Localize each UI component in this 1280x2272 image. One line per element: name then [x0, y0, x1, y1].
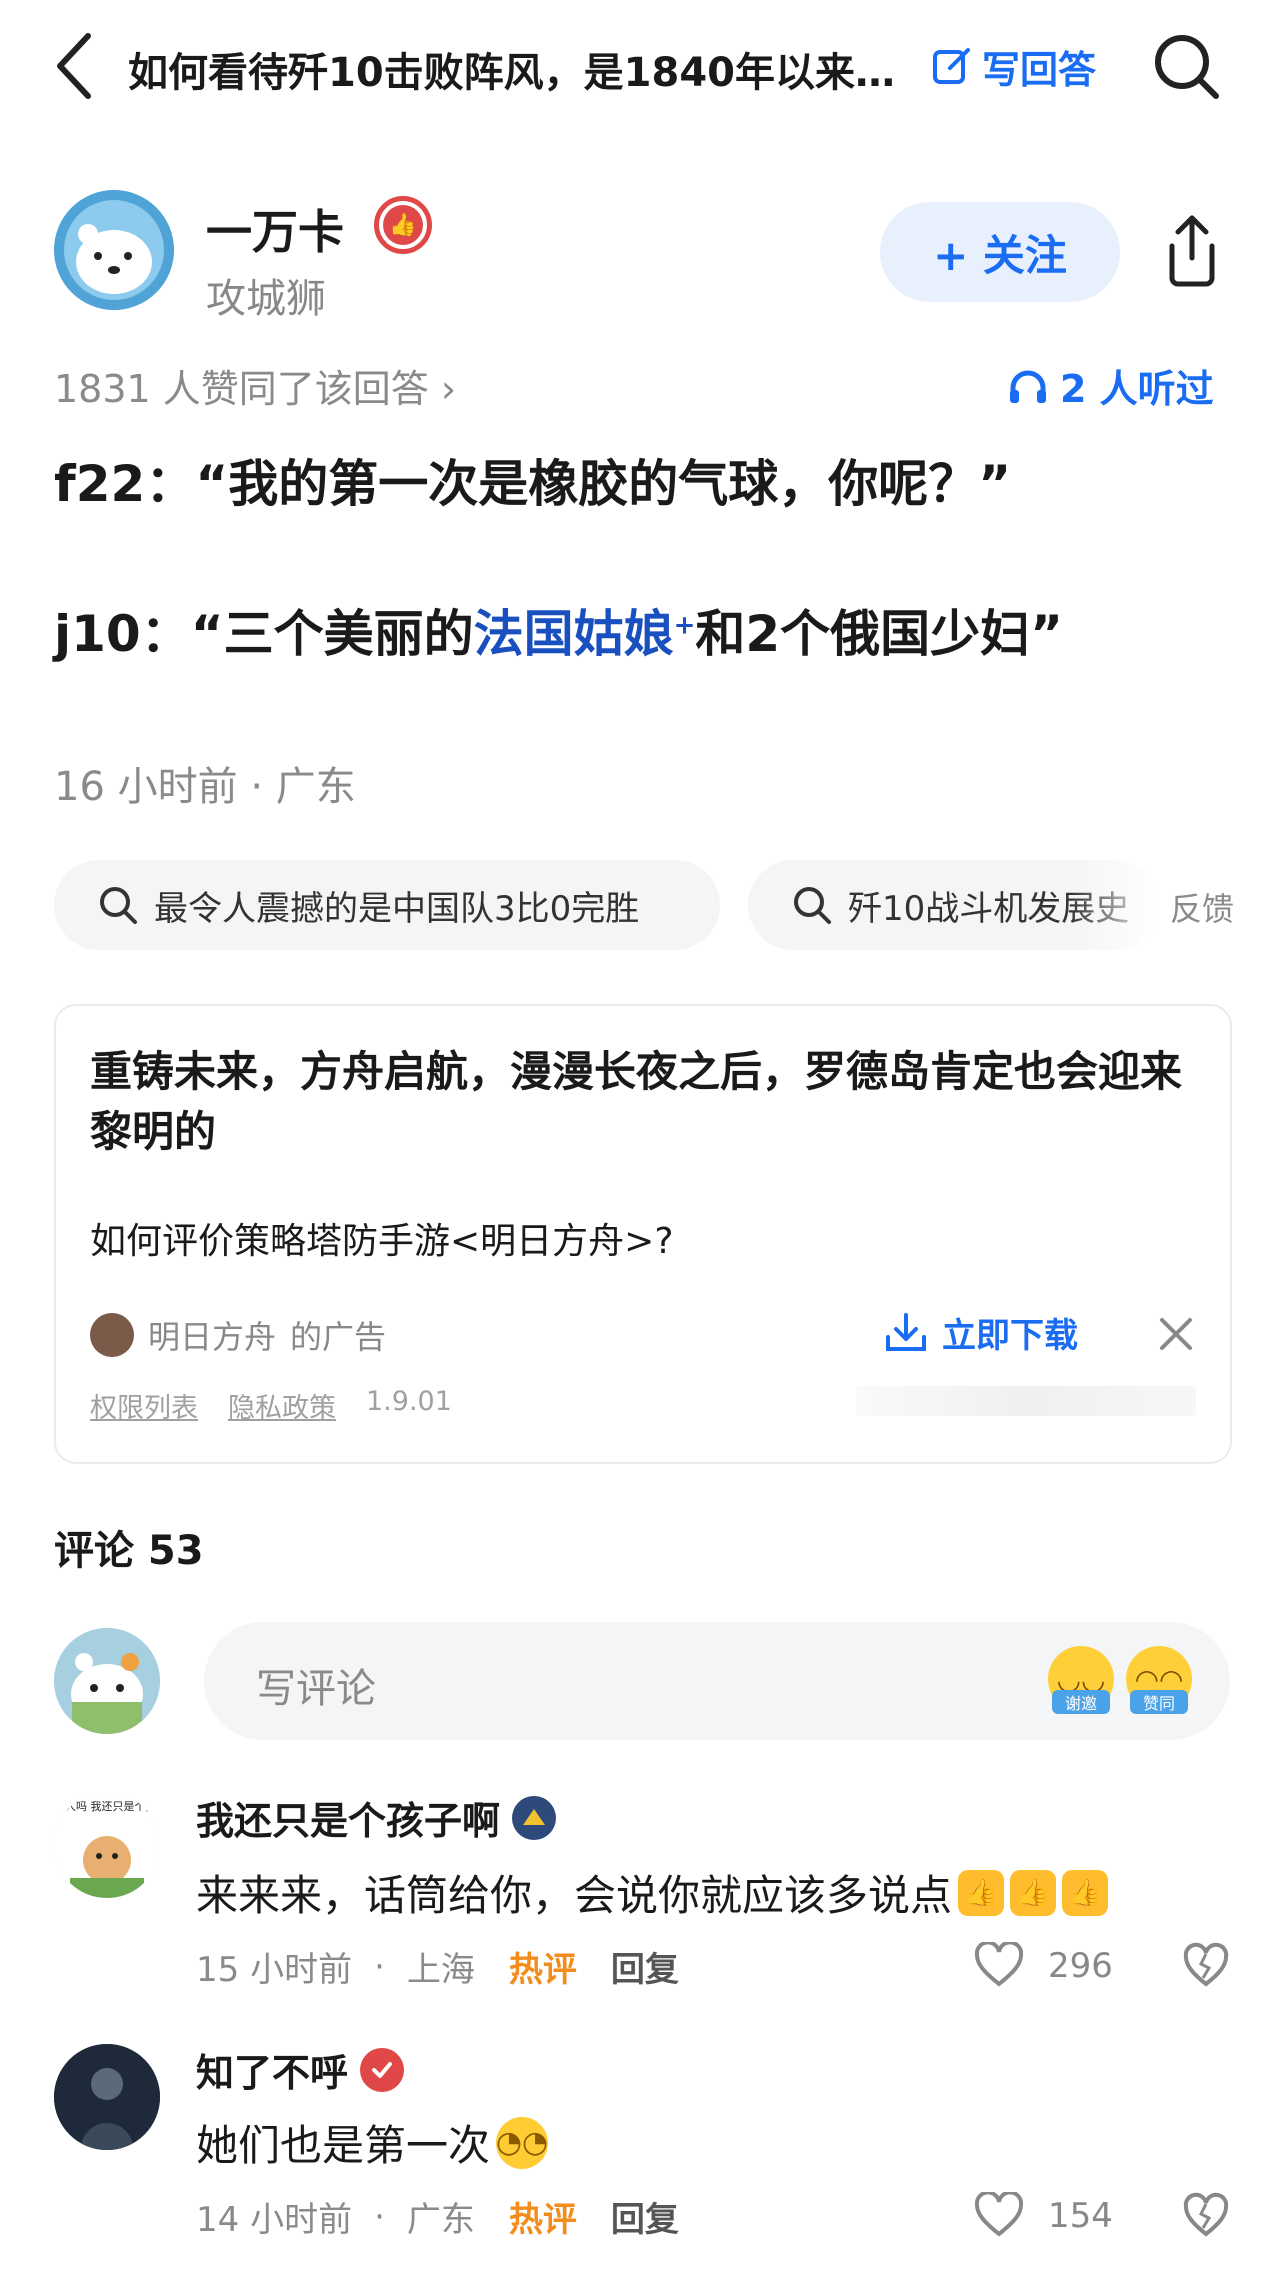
answer-line-2-pre: j10：“三个美丽的 — [54, 605, 474, 663]
agree-count[interactable]: 1831 人赞同了该回答 › — [54, 358, 456, 413]
edit-icon — [933, 48, 970, 84]
ad-source-suffix: 的广告 — [290, 1318, 387, 1356]
comment-text-body: 来来来，话筒给你，会说你就应该多说点 — [196, 1871, 953, 1920]
author-name[interactable]: 一万卡 — [206, 196, 344, 262]
comment-meta: 14 小时前 · 广东 热评 回复 — [196, 2192, 679, 2241]
ad-source: 明日方舟 的广告 — [90, 1312, 386, 1358]
comment-location: 上海 — [406, 1950, 475, 1990]
comment-time: 14 小时前 — [196, 2200, 353, 2240]
comment-author-name[interactable]: 知了不呼 — [196, 2042, 405, 2097]
question-title[interactable]: 如何看待歼10击败阵风，是1840年以来… — [128, 40, 908, 98]
top-bar: 如何看待歼10击败阵风，是1840年以来… 写回答 — [0, 0, 1280, 135]
download-icon — [886, 1312, 926, 1351]
dislike-broken-heart-icon[interactable] — [1182, 1942, 1230, 1990]
like-heart-icon[interactable] — [974, 2192, 1024, 2238]
reply-button[interactable]: 回复 — [611, 1942, 679, 1991]
comment-meta: 15 小时前 · 上海 热评 回复 — [196, 1942, 679, 1991]
ad-source-name: 明日方舟 — [148, 1318, 277, 1356]
comment-text: 来来来，话筒给你，会说你就应该多说点 👍 👍 👍 — [196, 1862, 1114, 1923]
ad-version: 1.9.01 — [366, 1386, 452, 1417]
ad-card[interactable]: 重铸未来，方舟启航，漫漫长夜之后，罗德岛肯定也会迎来黎明的 如何评价策略塔防手游… — [54, 1004, 1232, 1464]
author-title: 攻城狮 — [206, 276, 326, 322]
thumbs-up-icon: 👍 — [1062, 1869, 1109, 1916]
search-chip-1-label: 最令人震撼的是中国队3比0完胜 — [154, 888, 640, 929]
follow-button[interactable]: + 关注 — [880, 202, 1120, 302]
reply-button[interactable]: 回复 — [611, 2192, 679, 2241]
comment-text-body: 她们也是第一次 — [196, 2121, 491, 2170]
member-badge-icon — [512, 1795, 557, 1840]
quick-emoji-agree-label: 赞同 — [1130, 1690, 1188, 1714]
comment-location: 广东 — [406, 2200, 475, 2240]
comment-text: 她们也是第一次 ◔◔ — [196, 2112, 548, 2173]
listen-count[interactable]: 2 人听过 — [1008, 358, 1214, 413]
ad-privacy-link[interactable]: 隐私政策 — [228, 1386, 336, 1425]
hot-comment-tag: 热评 — [508, 1950, 577, 1990]
thumbs-up-badge-icon: 👍 — [374, 196, 432, 254]
quick-emoji-thanks-label: 谢邀 — [1052, 1690, 1110, 1714]
comment-time: 15 小时前 — [196, 1950, 353, 1990]
write-answer-button[interactable]: 写回答 — [932, 38, 1096, 94]
hot-comment-tag: 热评 — [508, 2200, 577, 2240]
bear-astronaut-avatar-image — [54, 190, 174, 310]
write-answer-label: 写回答 — [982, 47, 1097, 92]
comment-author-name-text: 我还只是个孩子啊 — [196, 1799, 501, 1843]
back-icon[interactable] — [50, 28, 100, 104]
answer-line-2: j10：“三个美丽的法国姑娘+和2个俄国少妇” — [54, 594, 1063, 666]
answer-time-location: 16 小时前 · 广东 — [54, 764, 356, 810]
thumbs-up-emojis: 👍 👍 👍 — [958, 1869, 1114, 1916]
comment-input-placeholder: 写评论 — [256, 1666, 376, 1712]
dark-figure-avatar-image — [54, 2044, 160, 2150]
comment-avatar[interactable]: 你还是人吗 我还只是个孩子 啊 — [54, 1792, 160, 1898]
like-heart-icon[interactable] — [974, 1942, 1024, 1988]
author-avatar[interactable] — [54, 190, 174, 310]
meme-caption: 你还是人吗 我还只是个孩子 啊 — [54, 1800, 160, 1813]
ad-download-button[interactable]: 立即下载 — [884, 1308, 1078, 1357]
separator-dot: · — [374, 2196, 385, 2237]
search-chip-1[interactable]: 最令人震撼的是中国队3比0完胜 — [54, 860, 720, 950]
comment-author-name-text: 知了不呼 — [196, 2051, 349, 2095]
thumbs-up-icon: 👍 — [1010, 1869, 1057, 1916]
meme-avatar-image: 你还是人吗 我还只是个孩子 啊 — [54, 1792, 160, 1898]
quick-emoji-thanks-icon[interactable]: ◡◡ 谢邀 — [1048, 1646, 1114, 1714]
ad-links: 权限列表 隐私政策 1.9.01 — [90, 1386, 482, 1425]
search-link-french-girls[interactable]: 法国姑娘 — [474, 605, 674, 663]
ad-headline[interactable]: 重铸未来，方舟启航，漫漫长夜之后，罗德岛肯定也会迎来黎明的 — [90, 1042, 1200, 1162]
ad-blurred-info — [856, 1386, 1196, 1416]
headphones-icon — [1010, 370, 1046, 403]
share-icon[interactable] — [1158, 212, 1226, 288]
ad-subtitle[interactable]: 如何评价策略塔防手游<明日方舟>? — [90, 1212, 673, 1264]
comments-title: 评论 53 — [54, 1528, 204, 1574]
search-icon — [794, 887, 831, 924]
comment-author-name[interactable]: 我还只是个孩子啊 — [196, 1790, 557, 1845]
like-count: 296 — [1048, 1946, 1113, 1986]
answer-line-2-post: 和2个俄国少妇” — [695, 605, 1064, 663]
ad-permissions-link[interactable]: 权限列表 — [90, 1386, 198, 1425]
shy-face-emoji-icon: ◔◔ — [496, 2116, 548, 2169]
answer-line-1: f22：“我的第一次是橡胶的气球，你呢？” — [54, 455, 1012, 513]
search-link-plus-icon: + — [673, 610, 696, 641]
ad-download-label: 立即下载 — [942, 1316, 1078, 1356]
feedback-link[interactable]: 反馈 — [1170, 884, 1234, 930]
my-avatar — [54, 1628, 160, 1734]
close-icon[interactable] — [1156, 1314, 1196, 1354]
bear-avatar-image — [54, 1628, 160, 1734]
search-icon[interactable] — [1150, 30, 1222, 102]
listen-label: 2 人听过 — [1060, 367, 1214, 411]
comment-avatar[interactable] — [54, 2044, 160, 2150]
like-count: 154 — [1048, 2196, 1113, 2236]
separator-dot: · — [374, 1946, 385, 1987]
dislike-broken-heart-icon[interactable] — [1182, 2192, 1230, 2240]
ad-source-avatar — [90, 1313, 134, 1357]
verified-badge-icon — [360, 2047, 405, 2092]
search-icon — [100, 887, 137, 924]
thumbs-up-icon: 👍 — [958, 1869, 1005, 1916]
quick-emoji-agree-icon[interactable]: ◠◠ 赞同 — [1126, 1646, 1192, 1714]
comment-input[interactable]: 写评论 ◡◡ 谢邀 ◠◠ 赞同 — [204, 1622, 1230, 1740]
chip-fade — [1070, 860, 1160, 950]
